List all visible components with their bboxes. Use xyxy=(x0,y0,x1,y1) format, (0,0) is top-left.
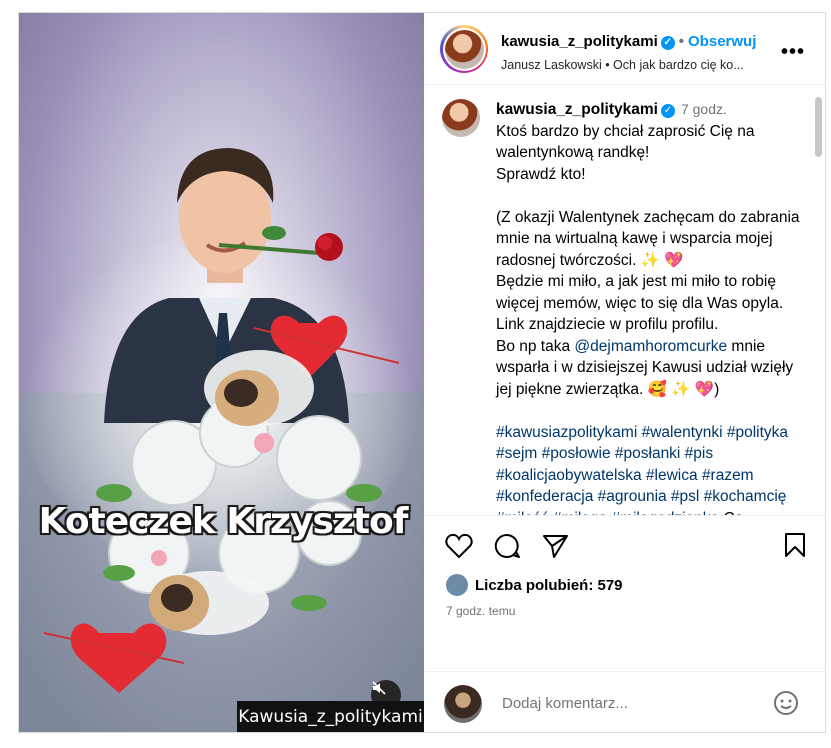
caption-section: kawusia_z_politykami ✓ 7 godz. Ktoś bardzo… xyxy=(424,85,825,515)
hashtags-link[interactable]: #kawusiazpolitykami #walentynki #polityk… xyxy=(496,424,788,516)
mention-link[interactable]: @dejmamhoromcurke xyxy=(574,338,727,355)
comment-input[interactable] xyxy=(500,694,764,714)
avatar xyxy=(444,29,484,69)
comment-composer xyxy=(424,671,825,732)
header-username[interactable]: kawusia_z_politykami xyxy=(501,33,658,50)
post-dialog: Koteczek Krzysztof Kawusia_z_politykami … xyxy=(18,12,826,733)
post-side-panel: kawusia_z_politykami ✓ • Obserwuj Janusz La… xyxy=(424,13,825,732)
likes-row[interactable]: Liczba polubień: 579 xyxy=(446,574,623,597)
header-username-row: kawusia_z_politykami ✓ • Obserwuj xyxy=(501,33,757,50)
caption-body: kawusia_z_politykami ✓ 7 godz. Ktoś bardzo… xyxy=(496,99,809,515)
media-watermark: Kawusia_z_politykami xyxy=(237,701,424,732)
caption-text: Ktoś bardzo by chciał zaprosić Cię na wa… xyxy=(496,122,800,355)
caption-username[interactable]: kawusia_z_politykami xyxy=(496,101,658,118)
actions-section: Liczba polubień: 579 7 godz. temu xyxy=(424,515,825,671)
heart-icon[interactable] xyxy=(445,533,473,559)
verified-icon: ✓ xyxy=(660,36,675,50)
post-age: 7 godz. temu xyxy=(446,604,516,619)
share-icon[interactable] xyxy=(542,533,570,559)
media-artwork xyxy=(19,13,424,732)
current-user-avatar xyxy=(444,685,482,724)
story-ring[interactable] xyxy=(440,25,488,73)
audio-subline[interactable]: Janusz Laskowski • Och jak bardzo cię ko… xyxy=(501,58,781,72)
emoji-icon[interactable] xyxy=(773,690,799,716)
likes-count[interactable]: Liczba polubień: 579 xyxy=(475,577,623,594)
liker-avatar xyxy=(446,574,468,597)
post-header: kawusia_z_politykami ✓ • Obserwuj Janusz La… xyxy=(424,13,825,86)
comment-icon[interactable] xyxy=(493,533,521,559)
caption-avatar[interactable] xyxy=(442,99,480,138)
caption-scrollbar[interactable] xyxy=(815,97,822,158)
caption-time: 7 godz. xyxy=(680,101,727,118)
speaker-muted-icon xyxy=(372,681,386,695)
media-overlay-title: Koteczek Krzysztof xyxy=(38,501,409,542)
save-bookmark-icon[interactable] xyxy=(784,532,806,558)
verified-icon: ✓ xyxy=(660,104,675,119)
follow-button[interactable]: Obserwuj xyxy=(688,33,756,50)
post-media[interactable]: Koteczek Krzysztof Kawusia_z_politykami xyxy=(19,13,424,732)
more-options-icon[interactable]: ••• xyxy=(781,41,805,64)
